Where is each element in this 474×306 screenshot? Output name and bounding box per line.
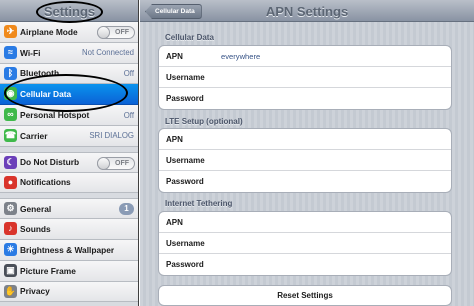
hand-icon: ✋ xyxy=(4,284,17,298)
do-not-disturb-toggle[interactable]: OFF xyxy=(97,156,135,170)
wifi-icon: ≈ xyxy=(4,45,17,59)
bluetooth-icon: ᛒ xyxy=(4,66,17,80)
sidebar-item-picture-frame[interactable]: ▣ Picture Frame xyxy=(0,260,138,282)
section-header-cellular-data: Cellular Data xyxy=(165,33,214,42)
sidebar-list: ✈ Airplane Mode OFF ≈ Wi-Fi Not Connecte… xyxy=(0,22,138,303)
hotspot-icon: ∞ xyxy=(4,108,17,122)
sidebar-nav-bar: Settings xyxy=(0,0,138,22)
sidebar-item-cellular-data[interactable]: ◉ Cellular Data xyxy=(0,84,138,106)
cellular-icon: ◉ xyxy=(4,87,17,101)
update-badge: 1 xyxy=(119,203,134,216)
sidebar-item-value: Off xyxy=(123,68,134,78)
lte-apn-field[interactable]: APN xyxy=(159,129,451,150)
sidebar-item-label: Bluetooth xyxy=(20,68,60,79)
detail-pane: Cellular Data APN Settings Cellular Data… xyxy=(140,0,474,306)
sidebar-item-label: Wi-Fi xyxy=(20,47,41,58)
sidebar-item-notifications[interactable]: ● Notifications xyxy=(0,172,138,194)
field-label: Username xyxy=(166,72,205,82)
toggle-knob xyxy=(97,26,110,39)
section-header-internet-tethering: Internet Tethering xyxy=(165,199,233,208)
gear-icon: ⚙ xyxy=(4,202,17,216)
field-value: everywhere xyxy=(221,51,261,61)
field-label: APN xyxy=(166,217,183,227)
sidebar-item-label: Carrier xyxy=(20,130,48,141)
password-field[interactable]: Password xyxy=(159,88,451,109)
sidebar-item-privacy[interactable]: ✋ Privacy xyxy=(0,281,138,303)
sidebar-item-do-not-disturb[interactable]: ☾ Do Not Disturb OFF xyxy=(0,151,138,173)
picture-frame-icon: ▣ xyxy=(4,263,17,277)
internet-tethering-group: APN Username Password xyxy=(158,211,452,276)
field-label: APN xyxy=(166,51,183,61)
cellular-data-group: APN everywhere Username Password xyxy=(158,45,452,110)
brightness-icon: ☀ xyxy=(4,242,17,256)
sidebar-item-airplane-mode[interactable]: ✈ Airplane Mode OFF xyxy=(0,22,138,43)
page-title: APN Settings xyxy=(265,4,349,19)
sidebar-title: Settings xyxy=(43,4,96,19)
sidebar-item-label: Sounds xyxy=(20,224,51,235)
airplane-mode-toggle[interactable]: OFF xyxy=(97,26,135,39)
username-field[interactable]: Username xyxy=(159,67,451,88)
notifications-icon: ● xyxy=(4,175,17,189)
sidebar-item-label: Do Not Disturb xyxy=(20,157,80,168)
toggle-state: OFF xyxy=(115,159,129,167)
sidebar-item-wifi[interactable]: ≈ Wi-Fi Not Connected xyxy=(0,42,138,64)
sidebar-item-bluetooth[interactable]: ᛒ Bluetooth Off xyxy=(0,63,138,85)
sidebar-item-label: Personal Hotspot xyxy=(20,110,90,121)
speaker-icon: ♪ xyxy=(4,222,17,236)
sidebar-item-sounds[interactable]: ♪ Sounds xyxy=(0,219,138,240)
sidebar-item-general[interactable]: ⚙ General 1 xyxy=(0,198,138,220)
sidebar-item-brightness-wallpaper[interactable]: ☀ Brightness & Wallpaper xyxy=(0,239,138,261)
sidebar-item-label: General xyxy=(20,203,52,214)
toggle-state: OFF xyxy=(115,29,129,36)
field-label: Username xyxy=(166,238,205,248)
field-label: Password xyxy=(166,94,204,103)
sidebar-item-label: Cellular Data xyxy=(20,89,72,100)
sidebar-item-label: Brightness & Wallpaper xyxy=(20,244,115,255)
tethering-username-field[interactable]: Username xyxy=(159,233,451,254)
tethering-apn-field[interactable]: APN xyxy=(159,212,451,233)
sidebar-item-label: Privacy xyxy=(20,286,50,297)
sidebar-item-value: Off xyxy=(123,110,134,120)
moon-icon: ☾ xyxy=(4,155,17,169)
sidebar-item-label: Notifications xyxy=(20,177,71,188)
sidebar-item-value: SRI DIALOG xyxy=(89,131,134,141)
sidebar-item-label: Airplane Mode xyxy=(20,26,78,37)
section-header-lte-setup: LTE Setup (optional) xyxy=(165,117,243,126)
sidebar-item-value: Not Connected xyxy=(81,48,134,58)
sidebar-item-label: Picture Frame xyxy=(20,265,76,276)
tethering-password-field[interactable]: Password xyxy=(159,254,451,275)
detail-nav-bar: Cellular Data APN Settings xyxy=(140,0,474,22)
reset-settings-button[interactable]: Reset Settings xyxy=(158,285,452,306)
field-label: Username xyxy=(166,155,205,165)
sidebar-item-carrier[interactable]: ☎ Carrier SRI DIALOG xyxy=(0,125,138,147)
lte-password-field[interactable]: Password xyxy=(159,171,451,192)
airplane-icon: ✈ xyxy=(4,25,17,38)
lte-username-field[interactable]: Username xyxy=(159,150,451,171)
field-label: Password xyxy=(166,260,204,269)
lte-setup-group: APN Username Password xyxy=(158,128,452,193)
toggle-knob xyxy=(97,156,110,170)
sidebar: Settings ✈ Airplane Mode OFF ≈ Wi-Fi Not… xyxy=(0,0,139,306)
field-label: APN xyxy=(166,134,183,144)
apn-field[interactable]: APN everywhere xyxy=(159,46,451,67)
sidebar-item-personal-hotspot[interactable]: ∞ Personal Hotspot Off xyxy=(0,105,138,126)
carrier-icon: ☎ xyxy=(4,128,17,142)
field-label: Password xyxy=(166,177,204,186)
